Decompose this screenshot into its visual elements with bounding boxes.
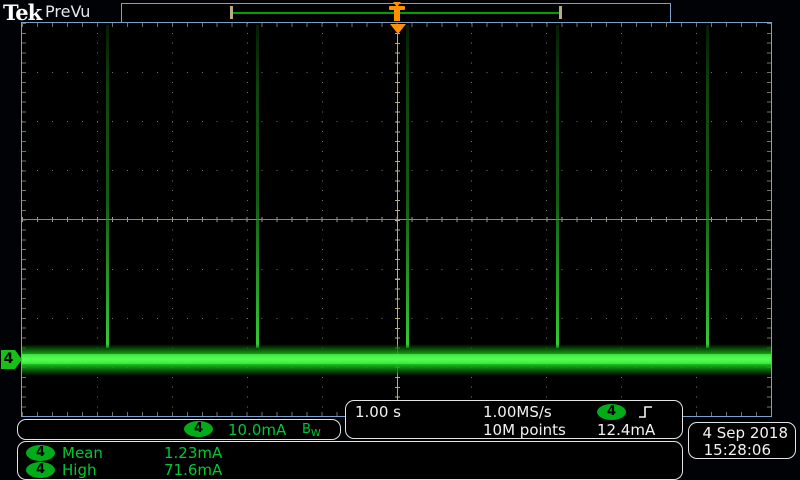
trigger-level: 12.4mA [597,421,655,439]
waveform-spike [106,25,109,348]
bandwidth-limit-indicator: BW [302,422,321,439]
zoom-window-right-bracket[interactable] [559,6,562,19]
datetime-readout: 4 Sep 2018 15:28:06 [688,422,796,459]
waveform-spike [706,25,709,348]
channel-4-badge: 4 [184,421,213,437]
trigger-position-icon-stem [394,10,400,21]
vertical-scale: 10.0mA [228,421,286,439]
measurement-label: High [62,461,96,479]
measurements-readout[interactable]: 4 Mean 1.23mA 4 High 71.6mA [17,441,683,480]
channel-4-readout[interactable]: 4 10.0mA BW [17,419,341,440]
waveform-spike [256,25,259,348]
horizontal-scale: 1.00 s [355,403,401,421]
date-value: 4 Sep 2018 [702,424,788,442]
measurement-value: 71.6mA [164,461,222,479]
record-view-bar[interactable] [121,3,671,23]
measurement-value: 1.23mA [164,444,222,462]
record-length: 10M points [483,421,566,439]
channel-4-level-marker[interactable]: 4 [1,350,22,369]
measurement-channel-badge: 4 [26,462,55,478]
bandwidth-limit-b: B [302,422,311,437]
time-value: 15:28:06 [704,441,771,459]
bandwidth-limit-w: W [311,428,321,439]
measurement-channel-badge: 4 [26,445,55,461]
trigger-position-arrow-icon [390,24,406,34]
trigger-source-badge: 4 [597,404,626,420]
oscilloscope-screen: Tek PreVu 4 4 10.0mA BW 1.00 [0,0,800,480]
measurement-label: Mean [62,444,103,462]
waveform-spike [406,25,409,348]
rising-edge-slope-icon [638,404,654,420]
waveform-spike [556,25,559,348]
horizontal-trigger-readout[interactable]: 1.00 s 1.00MS/s 10M points 4 12.4mA [345,400,683,439]
sample-rate: 1.00MS/s [483,403,552,421]
zoom-window-left-bracket[interactable] [230,6,233,19]
waveform-baseline-core [22,354,771,364]
acquisition-status: PreVu [45,2,90,21]
trigger-position-icon[interactable] [389,2,405,21]
graticule [21,22,772,417]
